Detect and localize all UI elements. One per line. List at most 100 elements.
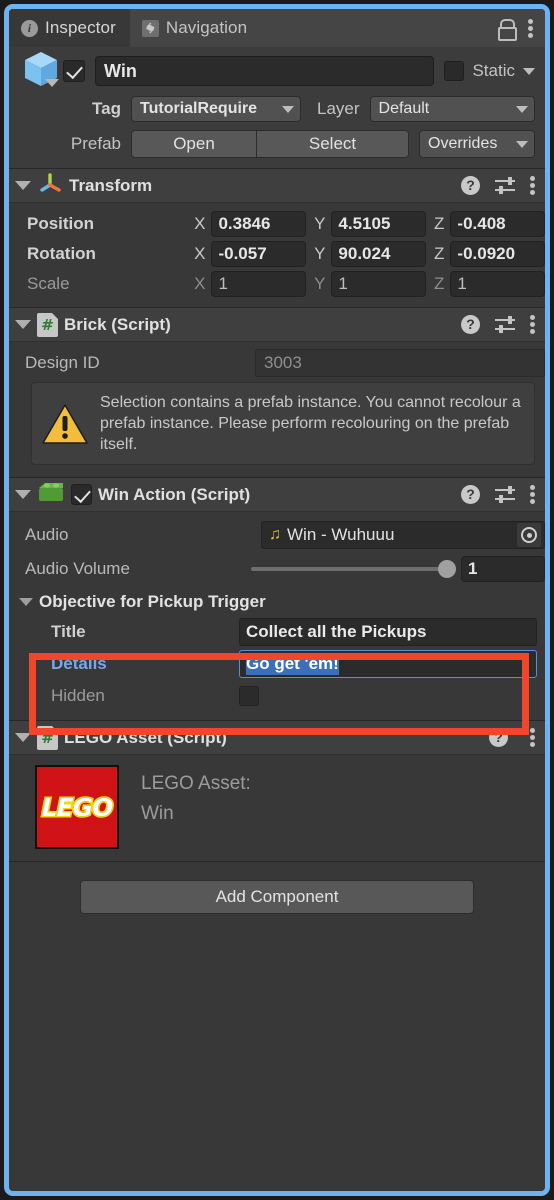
tag-caret-icon <box>282 105 294 113</box>
axis-z-label: Z <box>434 214 445 233</box>
audio-volume-row: Audio Volume 1 <box>9 554 545 584</box>
prefab-overrides-dropdown[interactable]: Overrides <box>419 130 535 158</box>
rotation-label: Rotation <box>27 244 96 263</box>
add-component-button[interactable]: Add Component <box>80 880 474 914</box>
audio-value: Win - Wuhuuu <box>287 525 395 544</box>
objective-hidden-row: Hidden <box>9 680 545 712</box>
static-checkbox[interactable] <box>444 61 465 81</box>
position-label: Position <box>27 214 95 233</box>
scale-z-input[interactable]: 1 <box>450 271 545 297</box>
design-id-value: 3003 <box>255 349 545 377</box>
axis-y-label: Y <box>314 244 326 263</box>
layer-dropdown[interactable]: Default <box>369 96 535 122</box>
brick-warning-box: Selection contains a prefab instance. Yo… <box>31 382 535 465</box>
objective-title-label: Title <box>51 622 86 641</box>
prefab-label: Prefab <box>70 134 121 153</box>
axis-y-label: Y <box>314 214 326 233</box>
transform-title: Transform <box>69 175 153 195</box>
gameobject-name-value: Win <box>104 60 137 81</box>
rotation-y-input[interactable]: 90.024 <box>331 241 427 267</box>
preset-icon[interactable] <box>495 315 515 334</box>
axis-z-label: Z <box>434 274 445 293</box>
audio-volume-slider-knob[interactable] <box>438 560 456 578</box>
layer-caret-icon <box>516 105 528 113</box>
objective-hidden-checkbox[interactable] <box>239 686 259 706</box>
component-brick: # Brick (Script) ? Design ID 3003 Select… <box>9 307 545 477</box>
warning-triangle-icon <box>42 403 88 445</box>
objective-details-input[interactable]: Go get 'em! <box>239 650 537 678</box>
transform-row-scale: Scale X 1 Y 1 Z 1 <box>9 269 545 299</box>
axis-x-label: X <box>194 274 206 293</box>
static-dropdown-caret-icon[interactable] <box>523 67 535 75</box>
objective-rows: Title Collect all the Pickups Details Go… <box>9 616 545 712</box>
component-transform: Transform ? Position X 0.3846 Y 4.5105 Z… <box>9 168 545 307</box>
help-icon[interactable]: ? <box>461 485 480 504</box>
audio-volume-label: Audio Volume <box>25 559 130 578</box>
audio-object-field[interactable]: ♫ Win - Wuhuuu <box>261 521 545 549</box>
rotation-z-input[interactable]: -0.0920 <box>450 241 545 267</box>
kebab-menu-icon[interactable] <box>530 176 535 195</box>
transform-row-rotation: Rotation X -0.057 Y 90.024 Z -0.0920 <box>9 239 545 269</box>
design-id-row: Design ID 3003 <box>9 348 545 378</box>
brick-foldout-icon[interactable] <box>15 320 31 329</box>
objective-hidden-label: Hidden <box>51 686 105 705</box>
prefab-open-button[interactable]: Open <box>131 130 257 158</box>
help-icon[interactable]: ? <box>489 728 508 747</box>
lego-asset-caption: LEGO Asset: Win <box>141 765 251 849</box>
gameobject-name-input[interactable]: Win <box>95 56 435 86</box>
kebab-menu-icon[interactable] <box>530 315 535 334</box>
kebab-menu-icon[interactable] <box>530 728 535 747</box>
preset-icon[interactable] <box>495 485 515 504</box>
objective-foldout[interactable]: Objective for Pickup Trigger <box>9 588 545 616</box>
position-x-input[interactable]: 0.3846 <box>211 211 307 237</box>
position-y-input[interactable]: 4.5105 <box>331 211 427 237</box>
brick-body: Design ID 3003 Selection contains a pref… <box>9 342 545 477</box>
transform-foldout-icon[interactable] <box>15 181 31 190</box>
tag-dropdown[interactable]: TutorialRequire <box>131 96 301 122</box>
scale-y-input[interactable]: 1 <box>331 271 427 297</box>
objective-details-value: Go get 'em! <box>246 653 339 675</box>
layer-label: Layer <box>317 99 360 118</box>
kebab-menu-icon[interactable] <box>530 485 535 504</box>
tab-bar-actions <box>497 9 545 47</box>
prefab-cube-icon[interactable] <box>19 50 63 92</box>
footer-area: Add Component <box>9 861 545 914</box>
add-component-label: Add Component <box>215 887 339 906</box>
lock-icon[interactable] <box>497 19 517 41</box>
brick-header[interactable]: # Brick (Script) ? <box>9 308 545 342</box>
prefab-select-button[interactable]: Select <box>257 130 409 158</box>
lego-asset-foldout-icon[interactable] <box>15 733 31 742</box>
help-icon[interactable]: ? <box>461 315 480 334</box>
prefab-open-label: Open <box>173 134 215 153</box>
position-z-input[interactable]: -0.408 <box>450 211 545 237</box>
csharp-script-icon: # <box>37 312 58 337</box>
objective-title-input[interactable]: Collect all the Pickups <box>239 618 537 646</box>
kebab-menu-icon[interactable] <box>528 18 533 38</box>
axis-z-label: Z <box>434 244 445 263</box>
prefab-overrides-label: Overrides <box>428 135 498 152</box>
audio-row: Audio ♫ Win - Wuhuuu <box>9 520 545 550</box>
prefab-dropdown-caret-icon[interactable] <box>45 79 59 87</box>
tab-inspector[interactable]: i Inspector <box>9 9 130 47</box>
tag-label: Tag <box>92 99 121 118</box>
objective-details-label: Details <box>51 654 107 673</box>
win-action-enabled-checkbox[interactable] <box>71 484 92 505</box>
audio-volume-input[interactable]: 1 <box>461 556 545 582</box>
lego-asset-title: LEGO Asset (Script) <box>64 727 227 747</box>
win-action-header[interactable]: Win Action (Script) ? <box>9 478 545 512</box>
help-icon[interactable]: ? <box>461 176 480 195</box>
win-action-title: Win Action (Script) <box>98 484 251 504</box>
transform-header[interactable]: Transform ? <box>9 169 545 203</box>
lego-asset-header[interactable]: # LEGO Asset (Script) ? <box>9 721 545 755</box>
rotation-x-input[interactable]: -0.057 <box>211 241 307 267</box>
object-picker-icon[interactable] <box>516 522 542 548</box>
tab-navigation[interactable]: Navigation <box>129 9 262 47</box>
gameobject-enabled-checkbox[interactable] <box>63 60 85 82</box>
audio-volume-slider[interactable] <box>251 560 456 578</box>
component-win-action: Win Action (Script) ? Audio ♫ Win - Wuhu… <box>9 477 545 720</box>
csharp-script-icon: # <box>37 725 58 750</box>
scale-x-input[interactable]: 1 <box>211 271 307 297</box>
objective-foldout-icon[interactable] <box>19 598 33 606</box>
win-action-foldout-icon[interactable] <box>15 490 31 499</box>
preset-icon[interactable] <box>495 176 515 195</box>
